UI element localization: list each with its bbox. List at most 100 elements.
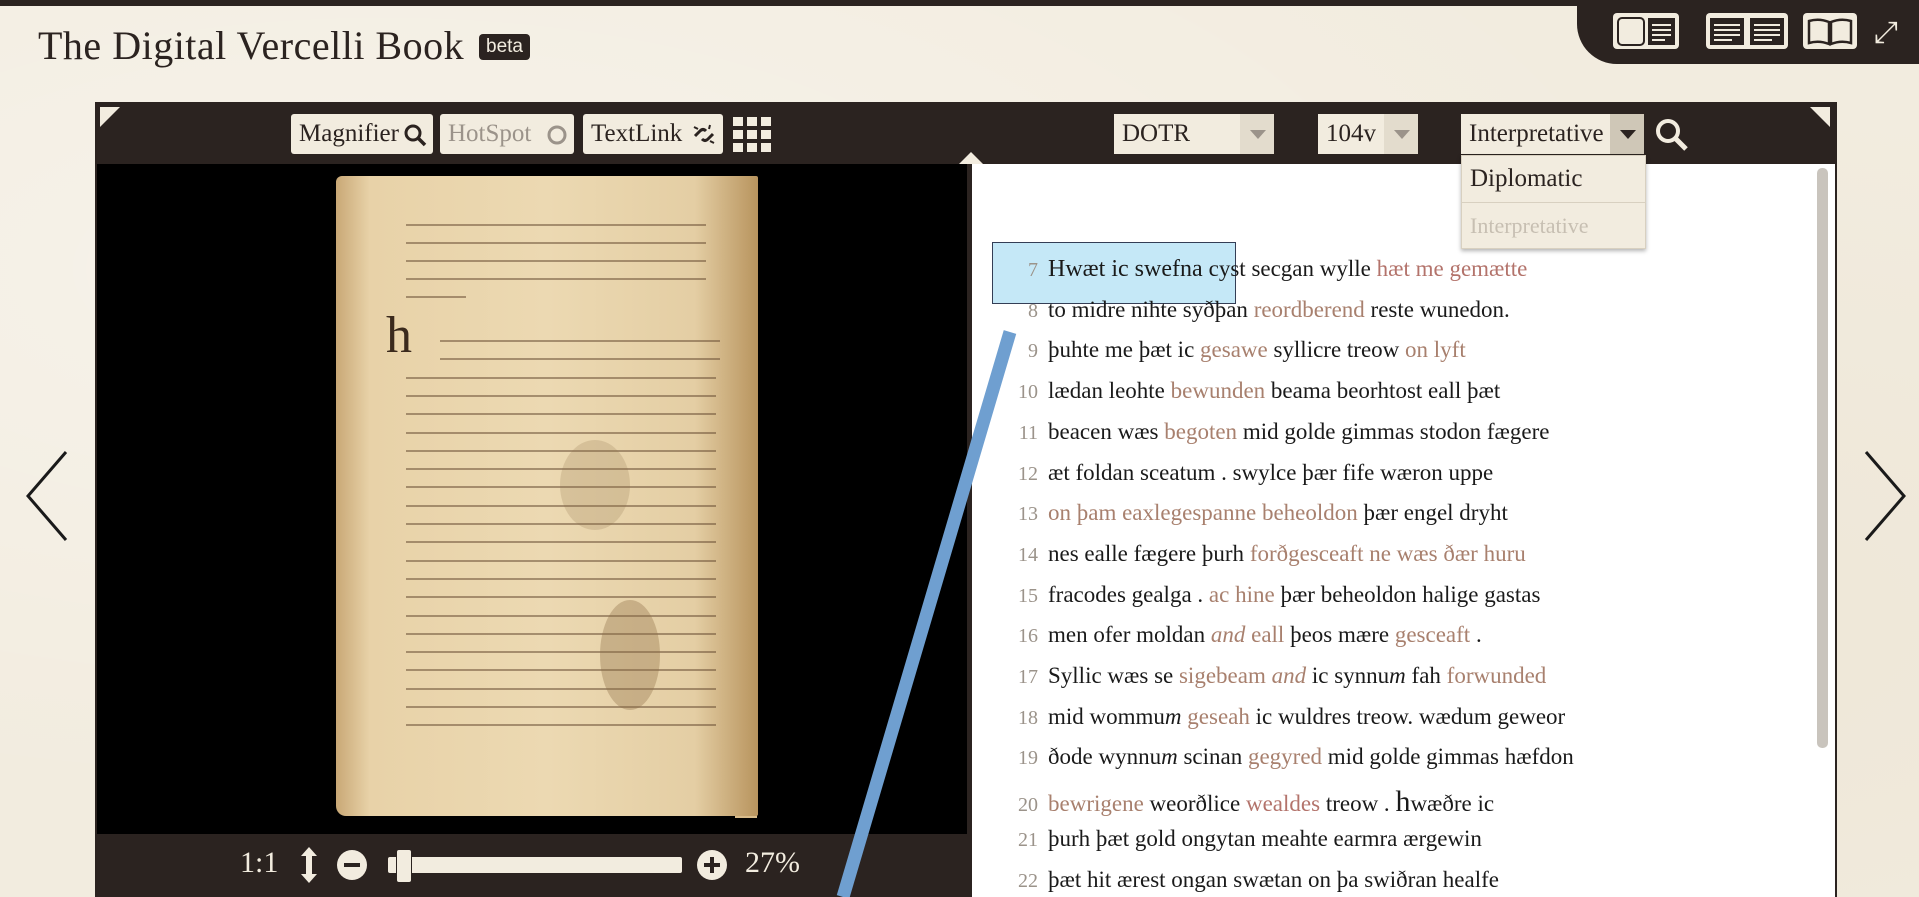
manuscript-text-line	[406, 394, 716, 397]
text-line[interactable]: 9 þuhte me þæt ic gesawe syllicre treow o…	[1000, 337, 1466, 363]
text-line[interactable]: 11 beacen wæs begoten mid golde gimmas st…	[1000, 418, 1550, 445]
text-line[interactable]: 10 lædan leohte bewunden beama beorhtost …	[1000, 378, 1500, 404]
thumbnails-grid-icon[interactable]	[733, 117, 771, 153]
manuscript-text-line	[406, 669, 716, 672]
text-segment: gegyred	[1247, 744, 1323, 770]
text-segment: forwunded	[1446, 663, 1547, 688]
text-segment: begoten	[1164, 418, 1238, 444]
document-select[interactable]: DOTR	[1114, 114, 1274, 154]
manuscript-text-line	[440, 358, 720, 361]
text-line[interactable]: 22 þæt hit ærest ongan swætan on þa swiðr…	[1000, 867, 1499, 893]
zoom-out-button[interactable]	[337, 850, 367, 880]
collapse-up-icon[interactable]	[957, 148, 985, 164]
document-select-value: DOTR	[1122, 120, 1191, 147]
text-segment: geseah	[1187, 703, 1250, 729]
text-segment: þurh þæt gold ongytan meahte earmra ærge…	[1048, 825, 1482, 851]
text-segment: m	[1161, 744, 1178, 770]
text-line[interactable]: 7 Hwæt ic swefna cyst secgan wylle hæt me…	[1000, 256, 1527, 283]
text-text-view-button[interactable]	[1706, 13, 1788, 49]
zoom-slider[interactable]	[388, 857, 682, 873]
manuscript-text-line	[406, 559, 716, 562]
text-line[interactable]: 20 bewrigene weorðlice wealdes treow . hw…	[1000, 785, 1494, 819]
text-segment: on þam eaxlegespanne beheoldon	[1048, 500, 1358, 526]
line-number: 15	[1018, 584, 1038, 607]
edition-level-value: Interpretative	[1469, 120, 1604, 147]
manuscript-text-line	[406, 541, 716, 544]
edition-level-dropdown: Diplomatic Interpretative	[1461, 155, 1646, 249]
zoom-reset-button[interactable]: 1:1	[240, 846, 278, 880]
line-number: 8	[1028, 299, 1038, 322]
manuscript-page-image[interactable]	[336, 176, 758, 816]
text-line[interactable]: 15 fracodes gealga . ac hine þær beheoldo…	[1000, 582, 1540, 608]
text-segment: forðgesceaft ne wæs ðær huru	[1249, 540, 1526, 566]
text-segment: mid wommu	[1048, 703, 1165, 729]
text-line[interactable]: 8 to midre nihte syðþan reordberend reste…	[1000, 297, 1510, 323]
search-icon	[404, 124, 427, 147]
text-scrollbar[interactable]	[1817, 168, 1828, 748]
text-segment: Syllic wæs se	[1048, 663, 1179, 688]
text-segment: þær engel dryht	[1357, 500, 1508, 526]
line-number: 22	[1018, 869, 1038, 892]
fit-height-icon[interactable]	[300, 847, 318, 883]
text-segment: mid golde gimmas hæfdon	[1322, 744, 1574, 770]
hotspot-label: HotSpot	[448, 120, 532, 147]
text-segment: þuhte me þæt ic	[1048, 337, 1201, 363]
line-number: 18	[1018, 706, 1038, 729]
text-line[interactable]: 19 ðode wynnum scinan gegyred mid golde g…	[1000, 744, 1574, 770]
manuscript-text-line	[406, 724, 716, 727]
line-number: 21	[1018, 828, 1038, 851]
text-line[interactable]: 18 mid wommum geseah ic wuldres treow. wæ…	[1000, 704, 1565, 730]
text-segment: þæt hit ærest ongan swætan on þa swiðran…	[1048, 866, 1499, 892]
manuscript-text-line	[406, 224, 706, 226]
text-line[interactable]: 12 æt foldan sceatum . swylce þær fife wæ…	[1000, 460, 1493, 486]
manuscript-initial-letter: h	[386, 307, 412, 364]
text-segment: to midre nihte syðþan	[1048, 296, 1254, 322]
broken-link-icon	[693, 124, 715, 144]
search-icon[interactable]	[1653, 116, 1691, 154]
text-line[interactable]: 13 on þam eaxlegespanne beheoldon þær eng…	[1000, 500, 1508, 526]
zoom-slider-handle[interactable]	[396, 849, 413, 883]
text-text-view-icon	[1710, 18, 1784, 45]
manuscript-text-line	[406, 577, 716, 580]
text-segment: on lyft	[1405, 337, 1466, 363]
text-segment: æt foldan sceatum . swylce þær fife wæro…	[1048, 459, 1494, 485]
collapse-corner-right-icon[interactable]	[1810, 107, 1832, 129]
magnifier-button[interactable]: Magnifier	[291, 114, 433, 154]
text-segment: fracodes gealga .	[1048, 581, 1209, 607]
manuscript-text-line	[406, 614, 716, 617]
hotspot-button[interactable]: HotSpot	[440, 114, 574, 154]
text-segment: gesceaft	[1394, 622, 1471, 648]
magnifier-label: Magnifier	[299, 120, 399, 147]
text-segment: m	[1164, 703, 1182, 729]
previous-page-arrow-icon[interactable]	[22, 448, 72, 544]
textlink-button[interactable]: TextLink	[583, 114, 723, 154]
edition-option-diplomatic[interactable]: Diplomatic	[1462, 156, 1645, 202]
next-page-arrow-icon[interactable]	[1860, 448, 1910, 544]
manuscript-text-line	[406, 296, 466, 298]
text-line[interactable]: 16 men ofer moldan and eall þeos mære ges…	[1000, 622, 1482, 648]
collapse-corner-left-icon[interactable]	[100, 107, 122, 129]
text-line[interactable]: 17 Syllic wæs se sigebeam and ic synnum f…	[1000, 663, 1546, 689]
text-segment: þeos mære	[1284, 622, 1395, 648]
image-text-view-icon	[1617, 17, 1675, 46]
text-segment: eall	[1245, 622, 1285, 648]
text-segment: Hwæt ic swefna	[1048, 256, 1209, 282]
zoom-in-button[interactable]	[697, 850, 727, 880]
page-select[interactable]: 104v	[1318, 114, 1418, 154]
edition-option-interpretative[interactable]: Interpretative	[1462, 202, 1645, 249]
text-segment: beama beorhtost eall þæt	[1265, 378, 1501, 404]
zoom-percent: 27%	[745, 846, 800, 879]
text-line[interactable]: 14 nes ealle fægere þurh forðgesceaft ne …	[1000, 541, 1526, 567]
text-segment: and	[1210, 622, 1246, 648]
fullscreen-icon[interactable]: ⤢	[1874, 18, 1898, 48]
image-text-view-button[interactable]	[1613, 13, 1679, 49]
text-segment: reordberend	[1253, 296, 1365, 322]
edition-level-select[interactable]: Interpretative	[1461, 114, 1644, 154]
manuscript-stain	[560, 440, 630, 530]
line-number: 16	[1018, 625, 1038, 648]
text-line[interactable]: 21 þurh þæt gold ongytan meahte earmra ær…	[1000, 826, 1482, 852]
manuscript-text-line	[406, 596, 716, 599]
text-segment: syllicre treow	[1267, 337, 1406, 363]
text-segment: bewrigene	[1048, 791, 1144, 817]
book-view-button[interactable]	[1803, 13, 1857, 49]
